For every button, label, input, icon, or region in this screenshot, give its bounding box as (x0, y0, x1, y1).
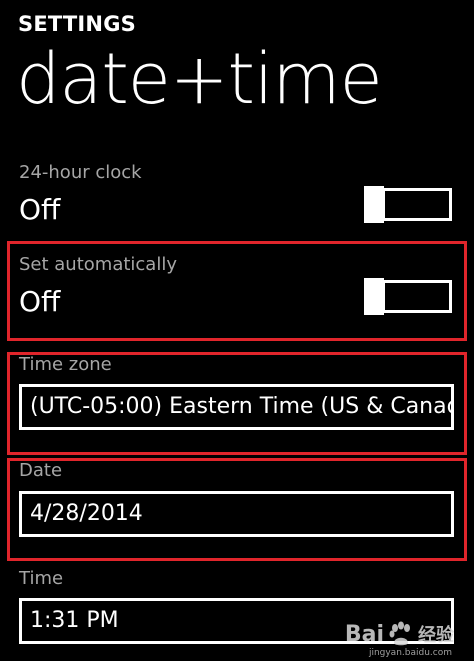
toggle-track (382, 280, 452, 313)
toggle-thumb (364, 186, 384, 223)
watermark-brand: Bai (344, 621, 384, 647)
page-title: date+time (16, 38, 383, 120)
watermark-suffix: 经验 (418, 625, 454, 646)
paw-icon (389, 621, 410, 646)
date-label: Date (19, 460, 63, 481)
baidu-watermark: Bai 经验 jingyan.baidu.com (344, 621, 454, 658)
clock24-value: Off (19, 193, 61, 226)
setting-time: Time (19, 570, 63, 588)
setting-time-zone: Time zone (19, 356, 112, 374)
setting-24-hour-clock: 24-hour clock Off (19, 164, 142, 224)
time-label: Time (19, 568, 64, 589)
set-auto-label: Set automatically (19, 254, 177, 275)
setting-date: Date (19, 462, 62, 480)
set-auto-toggle[interactable] (364, 278, 452, 315)
set-auto-value: Off (19, 285, 61, 318)
clock24-toggle[interactable] (364, 186, 452, 223)
settings-header: SETTINGS (18, 12, 136, 36)
setting-set-automatically: Set automatically Off (19, 256, 177, 316)
toggle-thumb (364, 278, 384, 315)
time-zone-field[interactable]: (UTC-05:00) Eastern Time (US & Canada) (19, 384, 454, 430)
clock24-label: 24-hour clock (19, 162, 142, 183)
date-field[interactable]: 4/28/2014 (19, 491, 454, 537)
toggle-track (382, 188, 452, 221)
watermark-url: jingyan.baidu.com (368, 648, 452, 658)
time-zone-label: Time zone (19, 354, 112, 375)
